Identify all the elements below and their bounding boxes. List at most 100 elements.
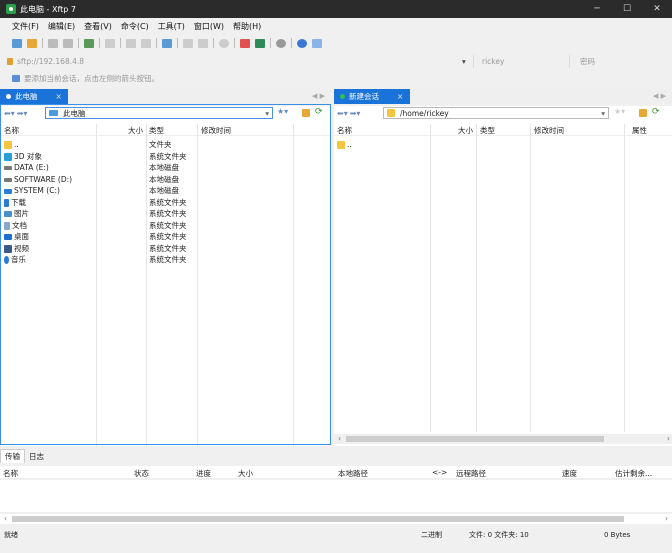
col-local-path[interactable]: 本地路径 [338,468,368,479]
menu-command[interactable]: 命令(C) [121,21,149,32]
minimize-button[interactable]: ─ [582,0,612,18]
forward-icon[interactable]: ➡▾ [350,109,361,118]
col-name[interactable]: 名称 [337,125,352,136]
close-button[interactable]: ✕ [642,0,672,18]
local-pane-focus-border [0,104,331,445]
hint-text: 要添加当前会话，点击左侧的箭头按钮。 [24,74,159,83]
col-remote-path[interactable]: 远程路径 [456,468,486,479]
username-input[interactable]: rickey [473,55,569,68]
menu-edit[interactable]: 编辑(E) [48,21,75,32]
column-divider [624,124,625,432]
scroll-left-icon[interactable]: ‹ [4,514,7,523]
transfer-mode[interactable]: 二进制 [421,530,442,540]
left-tab-row: 此电脑 × ◀ ▶ [0,89,331,104]
path-dropdown-icon[interactable]: ▾ [601,109,605,118]
tab-log[interactable]: 日志 [25,451,48,462]
col-status[interactable]: 状态 [134,468,149,479]
refresh-icon[interactable]: ⟳ [652,107,660,117]
disconnect-icon[interactable] [63,38,73,48]
tab-label: 此电脑 [15,92,38,101]
tab-new-session[interactable]: 新建会话 × [334,89,410,104]
tab-transfers[interactable]: 传输 [0,449,25,463]
maximize-button[interactable]: ☐ [612,0,642,18]
menu-file[interactable]: 文件(F) [12,21,39,32]
col-progress[interactable]: 进度 [196,468,211,479]
tab-close-icon[interactable]: × [397,92,403,101]
upload-icon[interactable] [183,38,193,48]
status-bar: 就绪 二进制 文件: 0 文件夹: 10 0 Bytes [0,528,672,542]
folder-icon [387,109,395,117]
sync-icon[interactable] [162,38,172,48]
host-input[interactable]: sftp://192.168.4.8 [17,57,84,66]
col-direction[interactable]: <-> [432,468,447,477]
address-bar: sftp://192.168.4.8 ▾ rickey 密码 [7,55,665,68]
col-size[interactable]: 大小 [238,468,253,479]
xshell-icon[interactable] [240,38,250,48]
item-counts: 文件: 0 文件夹: 10 [469,531,529,539]
remote-file-pane: ⬅▾ ➡▾ /home/rickey ▾ ★▾ ⟳ 名称 大小 类型 修改时间 … [334,106,672,446]
window-title: 此电脑 - Xftp 7 [20,4,76,14]
transfer-horizontal-scrollbar[interactable]: ‹ › [0,514,672,524]
download-icon[interactable] [198,38,208,48]
remote-file-list: .. [334,139,672,151]
tab-this-pc[interactable]: 此电脑 × [0,89,68,104]
menu-view[interactable]: 查看(V) [84,21,112,32]
help-icon[interactable] [297,38,307,48]
toolbar-divider [78,38,79,48]
column-divider [476,124,477,432]
toolbar [0,35,672,51]
new-window-icon[interactable] [84,38,94,48]
list-item[interactable]: .. [334,139,672,151]
chat-icon[interactable] [312,38,322,48]
xmanager-icon[interactable] [255,38,265,48]
tab-label: 新建会话 [349,92,379,101]
scroll-right-icon[interactable]: › [665,514,668,523]
menu-help[interactable]: 帮助(H) [233,21,261,32]
tab-scroll-arrows-icon[interactable]: ◀ ▶ [653,92,666,100]
folder-up-icon [337,141,345,149]
connect-icon[interactable] [48,38,58,48]
password-input[interactable]: 密码 [569,55,665,68]
bookmark-star-icon[interactable]: ★▾ [614,107,625,116]
toolbar-divider [213,38,214,48]
transfer-column-header: 名称 状态 进度 大小 本地路径 <-> 远程路径 速度 估计剩余... [0,466,672,479]
session-hint: 要添加当前会话，点击左侧的箭头按钮。 [12,73,159,84]
scrollbar-thumb[interactable] [12,516,624,522]
remote-path-input[interactable]: /home/rickey ▾ [383,107,609,119]
view-icon[interactable] [105,38,115,48]
scroll-left-icon[interactable]: ‹ [338,434,341,443]
col-name[interactable]: 名称 [3,468,18,479]
remote-horizontal-scrollbar[interactable]: ‹ › [334,434,672,444]
toolbar-divider [42,38,43,48]
tab-close-icon[interactable]: × [56,92,62,101]
transfer-tabs: 传输 日志 [0,449,672,463]
toolbar-divider [120,38,121,48]
col-attributes[interactable]: 属性 [632,125,647,136]
menu-tools[interactable]: 工具(T) [158,21,185,32]
toolbar-divider [234,38,235,48]
scroll-right-icon[interactable]: › [667,434,670,443]
col-modified[interactable]: 修改时间 [534,125,564,136]
menu-window[interactable]: 窗口(W) [194,21,224,32]
copy-icon[interactable] [126,38,136,48]
col-speed[interactable]: 速度 [562,468,577,479]
toolbar-divider [291,38,292,48]
new-session-icon[interactable] [12,38,22,48]
tab-connected-icon [340,94,345,99]
tab-scroll-arrows-icon[interactable]: ◀ ▶ [312,92,325,100]
new-folder-icon[interactable] [639,109,647,117]
xftp-logo-icon [6,4,16,14]
back-icon[interactable]: ⬅▾ [337,109,348,118]
open-folder-icon[interactable] [27,38,37,48]
settings-gear-icon[interactable] [276,38,286,48]
host-dropdown-icon[interactable]: ▾ [462,55,466,68]
title-bar: 此电脑 - Xftp 7 ─ ☐ ✕ [0,0,672,18]
col-type[interactable]: 类型 [480,125,495,136]
record-icon[interactable] [219,38,229,48]
paste-icon[interactable] [141,38,151,48]
col-eta[interactable]: 估计剩余... [615,468,652,479]
scrollbar-thumb[interactable] [346,436,604,442]
col-size[interactable]: 大小 [458,125,473,136]
toolbar-divider [270,38,271,48]
column-divider [530,124,531,432]
